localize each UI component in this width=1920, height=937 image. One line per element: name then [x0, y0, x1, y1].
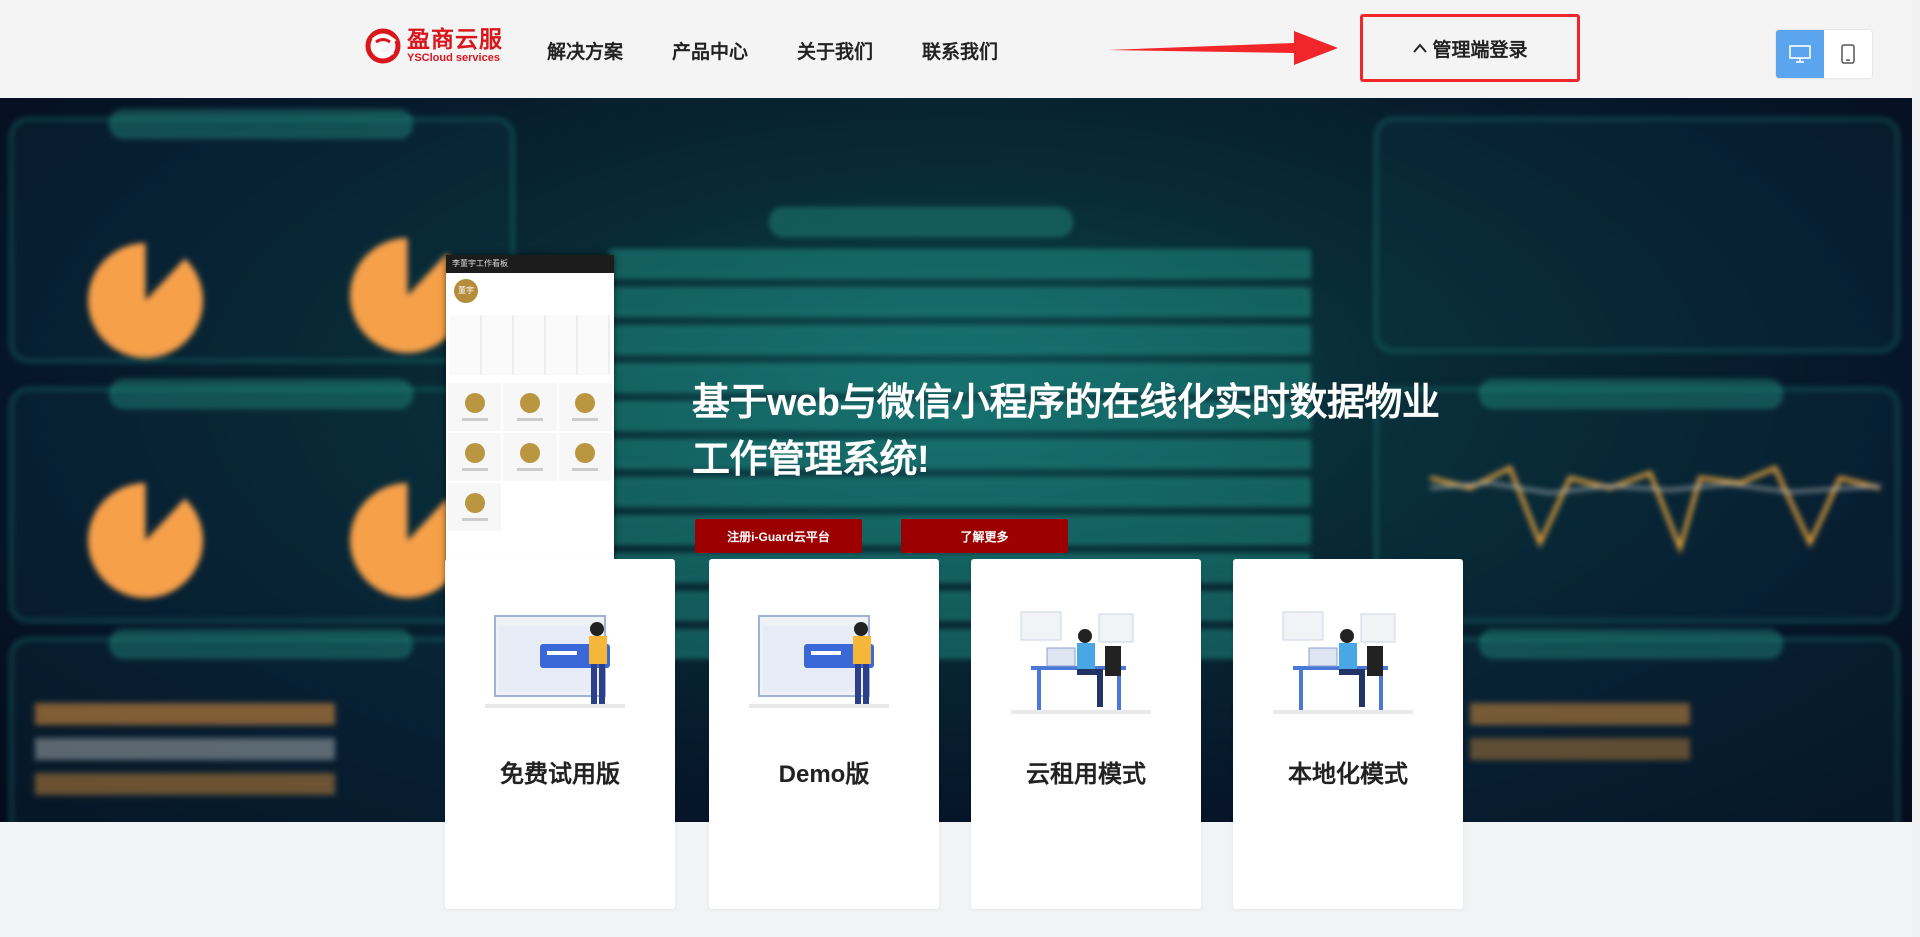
card-localized[interactable]: 本地化模式	[1233, 559, 1463, 909]
hero-title: 基于web与微信小程序的在线化实时数据物业 工作管理系统!	[692, 375, 1472, 489]
developer-desk-illustration-icon	[1011, 611, 1151, 714]
hero-title-line2: 工作管理系统!	[692, 439, 930, 481]
red-arrow-icon	[1108, 31, 1338, 65]
desktop-icon	[1789, 45, 1811, 63]
chevron-up-icon	[1413, 43, 1428, 53]
card-label: 本地化模式	[1288, 761, 1408, 788]
card-cloud-rental[interactable]: 云租用模式	[971, 559, 1201, 909]
logo-mark-icon	[365, 28, 401, 64]
admin-login-link[interactable]: 管理端登录	[1412, 35, 1528, 62]
register-button[interactable]: 注册i-Guard云平台	[695, 519, 862, 553]
card-label: 云租用模式	[1026, 761, 1146, 788]
presenter-board-illustration-icon	[749, 615, 889, 708]
logo-name-cn: 盈商云服	[407, 26, 503, 52]
card-free-trial[interactable]: 免费试用版	[445, 559, 675, 909]
card-label: Demo版	[778, 761, 870, 788]
learn-more-button[interactable]: 了解更多	[901, 519, 1068, 553]
mobile-icon	[1841, 44, 1855, 64]
desktop-view-button[interactable]	[1776, 30, 1824, 78]
logo-name-en: YSCloud services	[407, 52, 500, 64]
card-label: 免费试用版	[500, 761, 620, 788]
site-logo[interactable]: 盈商云服 YSCloud services	[365, 28, 503, 64]
phone-menu-grid	[448, 383, 612, 531]
phone-header: 李董宇工作看板	[446, 255, 614, 273]
nav-item-contact[interactable]: 联系我们	[922, 37, 998, 64]
page-scrollbar[interactable]	[1912, 0, 1920, 937]
nav-item-solutions[interactable]: 解决方案	[547, 37, 623, 64]
nav-item-products[interactable]: 产品中心	[672, 37, 748, 64]
developer-desk-illustration-icon	[1273, 611, 1413, 714]
card-demo[interactable]: Demo版	[709, 559, 939, 909]
phone-header-title: 李董宇工作看板	[452, 259, 508, 268]
site-header: 盈商云服 YSCloud services 解决方案 产品中心 关于我们 联系我…	[0, 0, 1912, 98]
nav-item-about[interactable]: 关于我们	[797, 37, 873, 64]
phone-stats	[450, 315, 610, 375]
admin-login-highlight: 管理端登录	[1360, 14, 1580, 82]
phone-avatar: 董宇	[454, 279, 478, 303]
hero-banner: 李董宇工作看板 董宇 基于web与微信小程序的在线化实时数据物业 工作管理系统!…	[0, 98, 1912, 822]
hero-title-line1: 基于web与微信小程序的在线化实时数据物业	[692, 382, 1440, 424]
admin-login-label: 管理端登录	[1432, 39, 1528, 61]
mobile-view-button[interactable]	[1824, 30, 1872, 78]
presenter-board-illustration-icon	[485, 615, 625, 708]
device-toggle	[1776, 30, 1872, 78]
